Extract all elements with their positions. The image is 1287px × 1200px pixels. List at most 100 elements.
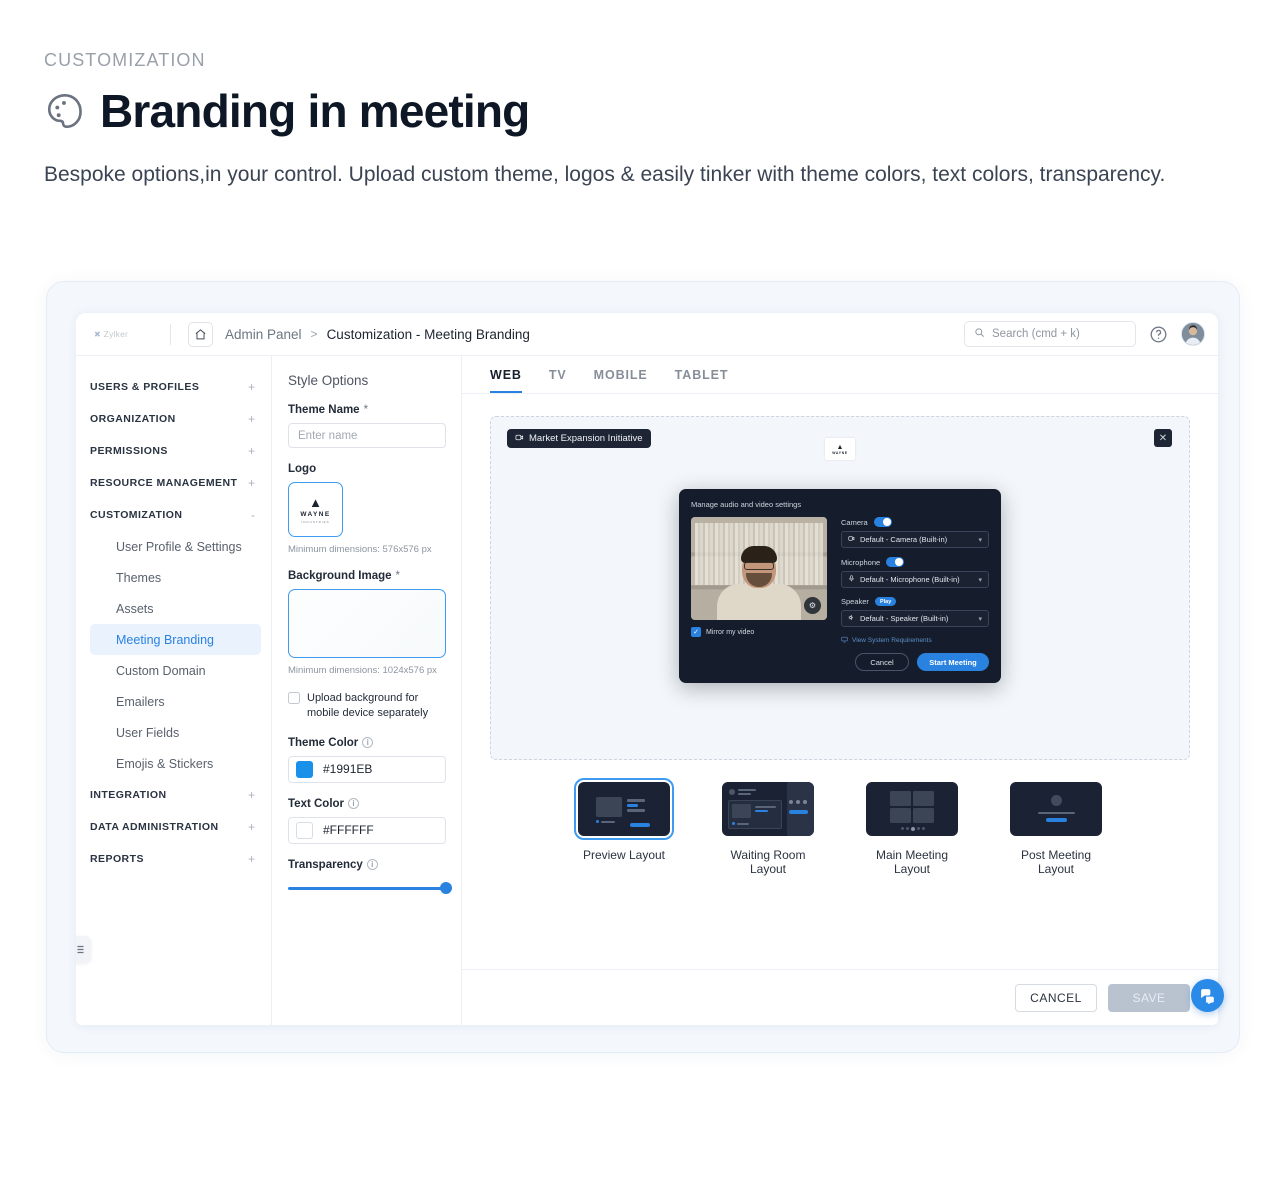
tab-tablet[interactable]: TABLET xyxy=(675,368,729,393)
chevron-expand-icon: + xyxy=(247,820,255,834)
close-icon[interactable]: ✕ xyxy=(1154,429,1172,447)
form-footer: CANCEL SAVE xyxy=(462,969,1218,1025)
person-glasses xyxy=(744,562,774,570)
breadcrumb-separator: > xyxy=(310,327,318,341)
thumb-shape xyxy=(890,808,911,823)
tab-mobile[interactable]: MOBILE xyxy=(594,368,648,393)
microphone-select[interactable]: Default - Microphone (Built-in) ▾ xyxy=(841,571,989,588)
cancel-button[interactable]: CANCEL xyxy=(1015,983,1097,1012)
tab-web[interactable]: WEB xyxy=(490,368,522,393)
hero-section: CUSTOMIZATION Branding in meeting Bespok… xyxy=(44,50,1224,189)
meeting-title-text: Market Expansion Initiative xyxy=(529,433,643,444)
microphone-label: Microphone xyxy=(841,557,881,567)
chevron-expand-icon: + xyxy=(247,444,255,458)
theme-color-value: #1991EB xyxy=(323,762,373,777)
collapse-sidebar-icon[interactable] xyxy=(76,936,91,963)
info-icon[interactable]: i xyxy=(362,737,374,749)
sidebar-item-custom-domain[interactable]: Custom Domain xyxy=(90,655,261,686)
breadcrumb-root[interactable]: Admin Panel xyxy=(225,327,302,342)
thumb-shape xyxy=(787,782,814,836)
label-text: Logo xyxy=(288,463,317,475)
save-button[interactable]: SAVE xyxy=(1108,983,1190,1012)
sidebar-group-label: PERMISSIONS xyxy=(90,445,168,457)
wayne-bat-icon: ▲ xyxy=(836,443,844,451)
mirror-video-row[interactable]: ✓ Mirror my video xyxy=(691,627,827,637)
mirror-video-checkbox[interactable]: ✓ xyxy=(691,627,701,637)
topbar-divider xyxy=(170,323,171,345)
person-figure xyxy=(716,546,802,620)
sidebar-group-integration[interactable]: INTEGRATION + xyxy=(76,779,271,811)
background-image-upload[interactable] xyxy=(288,589,446,658)
avatar[interactable] xyxy=(1181,322,1205,346)
text-color-input[interactable]: #FFFFFF xyxy=(288,816,446,844)
sidebar-group-customization[interactable]: CUSTOMIZATION - xyxy=(76,499,271,531)
thumb-shape xyxy=(922,827,925,830)
mobile-background-checkbox[interactable] xyxy=(288,692,300,704)
sidebar-item-user-fields[interactable]: User Fields xyxy=(90,717,261,748)
thumb-shape xyxy=(596,797,622,817)
sidebar-item-assets[interactable]: Assets xyxy=(90,593,261,624)
sidebar-group-label: DATA ADMINISTRATION xyxy=(90,821,219,833)
speaker-select[interactable]: Default - Speaker (Built-in) ▾ xyxy=(841,610,989,627)
transparency-slider[interactable] xyxy=(288,881,452,895)
breadcrumb: Admin Panel > Customization - Meeting Br… xyxy=(225,327,530,342)
sidebar-item-themes[interactable]: Themes xyxy=(90,562,261,593)
brand-logo[interactable]: ✖ Zylker xyxy=(94,329,156,339)
sidebar-item-emailers[interactable]: Emailers xyxy=(90,686,261,717)
dialog-actions: Cancel Start Meeting xyxy=(841,653,989,671)
sidebar-item-meeting-branding[interactable]: Meeting Branding xyxy=(90,624,261,655)
sidebar-group-reports[interactable]: REPORTS + xyxy=(76,843,271,875)
sidebar-item-emojis-stickers[interactable]: Emojis & Stickers xyxy=(90,748,261,779)
mobile-background-label: Upload background for mobile device sepa… xyxy=(307,692,429,719)
dialog-cancel-button[interactable]: Cancel xyxy=(855,653,909,671)
home-icon[interactable] xyxy=(188,321,213,347)
person-body xyxy=(717,584,801,620)
text-color-label: Text Color i xyxy=(288,798,446,810)
monitor-icon xyxy=(841,636,848,645)
sidebar-group-label: RESOURCE MANAGEMENT xyxy=(90,477,238,489)
camera-control-header: Camera xyxy=(841,517,989,527)
text-color-swatch[interactable] xyxy=(296,821,313,839)
sidebar-item-user-profile-settings[interactable]: User Profile & Settings xyxy=(90,531,261,562)
virtual-background-icon[interactable]: ⚙ xyxy=(804,597,821,614)
logo-upload-thumbnail[interactable]: ▲ WAYNE INDUSTRIES xyxy=(288,482,343,537)
hero-subtitle: Bespoke options,in your control. Upload … xyxy=(44,163,1166,187)
layout-option-preview[interactable]: Preview Layout xyxy=(574,778,674,876)
layout-option-waiting-room[interactable]: Waiting Room Layout xyxy=(722,782,814,876)
start-meeting-button[interactable]: Start Meeting xyxy=(917,653,989,671)
slider-thumb[interactable] xyxy=(440,881,452,894)
sidebar-group-users-profiles[interactable]: USERS & PROFILES + xyxy=(76,371,271,403)
layout-option-main-meeting[interactable]: Main Meeting Layout xyxy=(866,782,958,876)
thumb-shape xyxy=(630,823,650,827)
sidebar-group-resource-management[interactable]: RESOURCE MANAGEMENT + xyxy=(76,467,271,499)
camera-select[interactable]: Default - Camera (Built-in) ▾ xyxy=(841,531,989,548)
sidebar-group-organization[interactable]: ORGANIZATION + xyxy=(76,403,271,435)
dialog-title: Manage audio and video settings xyxy=(691,500,802,509)
info-icon[interactable]: i xyxy=(348,798,360,810)
sidebar-group-data-administration[interactable]: DATA ADMINISTRATION + xyxy=(76,811,271,843)
thumb-shape xyxy=(803,800,807,804)
search-input[interactable]: Search (cmd + k) xyxy=(964,321,1136,347)
microphone-toggle[interactable] xyxy=(886,557,905,567)
theme-color-swatch[interactable] xyxy=(296,760,313,778)
theme-name-field: Theme Name * Enter name xyxy=(288,404,446,448)
chat-bubble-icon[interactable] xyxy=(1191,979,1224,1012)
sidebar-group-permissions[interactable]: PERMISSIONS + xyxy=(76,435,271,467)
theme-name-input[interactable]: Enter name xyxy=(288,423,446,448)
camera-toggle[interactable] xyxy=(873,517,892,527)
label-text: Background Image xyxy=(288,570,392,582)
speaker-control-header: Speaker Play xyxy=(841,597,989,606)
background-image-field: Background Image * Minimum dimensions: 1… xyxy=(288,570,446,676)
system-requirements-link[interactable]: View System Requirements xyxy=(841,636,989,645)
layout-thumb-preview-image xyxy=(574,778,674,840)
tab-tv[interactable]: TV xyxy=(549,368,567,393)
info-icon[interactable]: i xyxy=(366,859,378,871)
help-circle-icon[interactable] xyxy=(1149,325,1168,344)
theme-color-input[interactable]: #1991EB xyxy=(288,755,446,783)
speaker-play-button[interactable]: Play xyxy=(874,597,897,606)
mobile-background-checkbox-row[interactable]: Upload background for mobile device sepa… xyxy=(288,691,446,721)
layout-option-post-meeting[interactable]: Post Meeting Layout xyxy=(1010,782,1102,876)
topbar-actions: Search (cmd + k) xyxy=(964,321,1205,347)
slider-fill xyxy=(288,886,446,890)
thumb-shape xyxy=(738,789,756,791)
